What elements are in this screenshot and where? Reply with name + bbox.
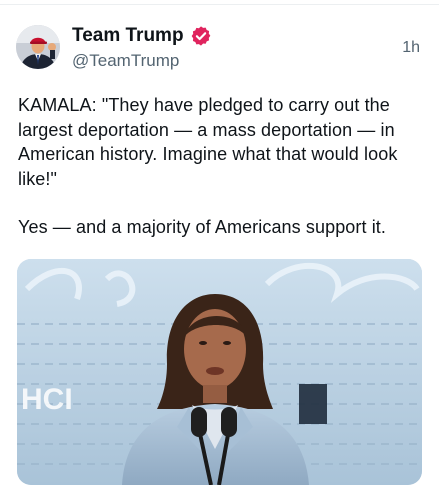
photo-of-speaker-at-podium: HCI [17,259,422,485]
backdrop-text: HCI [21,383,73,416]
timestamp[interactable]: 1h [402,38,420,58]
handle[interactable]: @TeamTrump [72,50,179,72]
post[interactable]: Team Trump @TeamTrump 1h KAMALA: "They h… [0,0,439,500]
avatar[interactable] [16,25,60,69]
post-text: KAMALA: "They have pledged to carry out … [18,93,428,240]
post-media-image[interactable]: HCI [17,259,422,485]
post-text-paragraph: KAMALA: "They have pledged to carry out … [18,95,398,189]
profile-avatar-icon [16,25,60,69]
verified-badge-icon [191,26,211,46]
post-text-paragraph: Yes — and a majority of Americans suppor… [18,217,387,237]
display-name[interactable]: Team Trump [72,24,184,48]
